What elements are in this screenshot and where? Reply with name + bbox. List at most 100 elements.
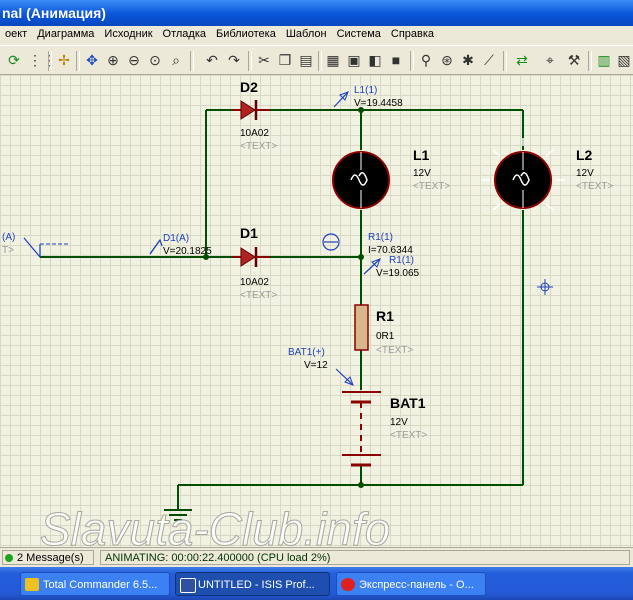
diode-d1[interactable]: D1 10A02 <TEXT> bbox=[232, 225, 277, 301]
pan-icon[interactable]: ✥ bbox=[84, 52, 100, 68]
r1-name: R1 bbox=[376, 308, 394, 324]
l2-name: L2 bbox=[576, 147, 593, 163]
left-probe-label: (A) bbox=[2, 232, 15, 243]
d1-text: <TEXT> bbox=[240, 290, 277, 301]
menu-project[interactable]: оект bbox=[0, 26, 32, 42]
status-ok-icon bbox=[5, 554, 13, 562]
watermark-text: Slavuta-Club.info bbox=[40, 503, 390, 547]
d1-probe-value: V=20.1825 bbox=[163, 246, 212, 257]
paste-icon[interactable]: ▤ bbox=[298, 52, 314, 68]
refresh-icon[interactable]: ⟳ bbox=[6, 52, 22, 68]
toolbar: ⟳ ⋮⋮ ✢ ✥ ⊕ ⊖ ⊙ ⌕ ↶ ↷ ✂ ❐ ▤ ▦ ▣ ◧ ■ ⚲ ⊛ ✱… bbox=[0, 45, 633, 75]
l1-text: <TEXT> bbox=[413, 181, 450, 192]
undo-icon[interactable]: ↶ bbox=[204, 52, 220, 68]
origin-icon[interactable]: ✢ bbox=[56, 52, 72, 68]
bat1-probe-value: V=12 bbox=[304, 360, 328, 371]
left-voltage-probe[interactable]: (A) T> bbox=[2, 232, 70, 259]
r1-text: <TEXT> bbox=[376, 345, 413, 356]
zoom-area-icon[interactable]: ⌕ bbox=[168, 52, 184, 68]
block-move-icon[interactable]: ▣ bbox=[346, 52, 362, 68]
d1-probe-label: D1(A) bbox=[163, 233, 189, 244]
zoom-all-icon[interactable]: ⊙ bbox=[147, 52, 163, 68]
bat1-value: 12V bbox=[390, 417, 408, 428]
lamp-l1[interactable]: L1 12V <TEXT> bbox=[332, 147, 450, 209]
block-copy-icon[interactable]: ▦ bbox=[325, 52, 341, 68]
make-device-icon[interactable]: ⊛ bbox=[439, 52, 455, 68]
zoom-out-icon[interactable]: ⊖ bbox=[126, 52, 142, 68]
copy-icon[interactable]: ❐ bbox=[277, 52, 293, 68]
task-label: Total Commander 6.5... bbox=[43, 579, 158, 591]
bat1-text: <TEXT> bbox=[390, 430, 427, 441]
r1-current-probe[interactable]: R1(1) I=70.6344 bbox=[322, 232, 413, 256]
schematic-canvas[interactable]: D2 10A02 <TEXT> D1 10A02 <TEXT> L1 12V <… bbox=[0, 75, 633, 547]
task-isis[interactable]: UNTITLED - ISIS Prof... bbox=[175, 572, 330, 596]
block-rotate-icon[interactable]: ◧ bbox=[367, 52, 383, 68]
d2-type: 10A02 bbox=[240, 128, 269, 139]
schematic-diagram: D2 10A02 <TEXT> D1 10A02 <TEXT> L1 12V <… bbox=[2, 79, 613, 547]
cut-icon[interactable]: ✂ bbox=[256, 52, 272, 68]
r1-current-label: R1(1) bbox=[368, 232, 393, 243]
property-tool-icon[interactable]: ⚒ bbox=[566, 52, 582, 68]
d1-voltage-probe[interactable]: D1(A) V=20.1825 bbox=[149, 233, 212, 257]
status-bar: 2 Message(s) ANIMATING: 00:00:22.400000 … bbox=[0, 547, 633, 567]
r1-voltage-probe[interactable]: R1(1) V=19.065 bbox=[363, 255, 420, 279]
opera-icon bbox=[341, 578, 355, 591]
window-title: nal (Анимация) bbox=[2, 5, 106, 21]
menu-system[interactable]: Система bbox=[332, 26, 386, 42]
animation-status-text: ANIMATING: 00:00:22.400000 (CPU load 2%) bbox=[105, 552, 331, 564]
block-delete-icon[interactable]: ■ bbox=[388, 52, 404, 68]
crosshair-cursor-icon bbox=[537, 279, 553, 295]
bat1-voltage-probe[interactable]: BAT1(+) V=12 bbox=[288, 347, 354, 386]
l2-value: 12V bbox=[576, 168, 594, 179]
l1-name: L1 bbox=[413, 147, 430, 163]
menu-graph[interactable]: Диаграмма bbox=[32, 26, 99, 42]
task-label: UNTITLED - ISIS Prof... bbox=[198, 579, 315, 591]
l1-value: 12V bbox=[413, 168, 431, 179]
messages-count: 2 Message(s) bbox=[17, 552, 84, 564]
lamp-l2[interactable]: L2 12V <TEXT> bbox=[481, 138, 613, 211]
zoom-in-icon[interactable]: ⊕ bbox=[105, 52, 121, 68]
task-label: Экспресс-панель - О... bbox=[359, 579, 474, 591]
window-title-bar[interactable]: nal (Анимация) bbox=[0, 0, 633, 26]
search-icon[interactable]: ⌖ bbox=[542, 52, 558, 68]
redo-icon[interactable]: ↷ bbox=[226, 52, 242, 68]
d1-type: 10A02 bbox=[240, 277, 269, 288]
d1-name: D1 bbox=[240, 225, 258, 241]
decompose-icon[interactable]: ⟋ bbox=[481, 52, 497, 68]
r1-voltage-label: R1(1) bbox=[389, 255, 414, 266]
bat1-probe-label: BAT1(+) bbox=[288, 347, 325, 358]
menu-debug[interactable]: Отладка bbox=[158, 26, 211, 42]
animation-status: ANIMATING: 00:00:22.400000 (CPU load 2%) bbox=[100, 550, 630, 565]
l1-probe-label: L1(1) bbox=[354, 85, 377, 96]
grid-icon[interactable]: ⋮⋮ bbox=[28, 52, 56, 68]
diode-d2[interactable]: D2 10A02 <TEXT> bbox=[232, 79, 277, 152]
bat1-name: BAT1 bbox=[390, 395, 426, 411]
r1-value: 0R1 bbox=[376, 331, 395, 342]
menu-template[interactable]: Шаблон bbox=[281, 26, 332, 42]
isis-icon bbox=[180, 578, 196, 593]
resistor-r1[interactable]: R1 0R1 <TEXT> bbox=[354, 304, 413, 356]
l2-text: <TEXT> bbox=[576, 181, 613, 192]
d2-name: D2 bbox=[240, 79, 258, 95]
r1-voltage-value: V=19.065 bbox=[376, 268, 420, 279]
total-commander-icon bbox=[25, 578, 39, 591]
battery-bat1[interactable]: BAT1 12V <TEXT> bbox=[342, 391, 427, 467]
bom-icon[interactable]: ▧ bbox=[616, 52, 632, 68]
l1-voltage-probe[interactable]: L1(1) V=19.4458 bbox=[333, 85, 403, 109]
left-probe-sub: T> bbox=[2, 245, 14, 256]
task-opera[interactable]: Экспресс-панель - О... bbox=[336, 572, 486, 596]
menu-bar: оект Диаграмма Исходник Отладка Библиотека Ша… bbox=[0, 26, 633, 44]
menu-library[interactable]: Библиотека bbox=[211, 26, 281, 42]
l1-probe-value: V=19.4458 bbox=[354, 98, 403, 109]
task-total-commander[interactable]: Total Commander 6.5... bbox=[20, 572, 170, 596]
taskbar: Total Commander 6.5... UNTITLED - ISIS P… bbox=[0, 567, 633, 600]
wire-autorouter-icon[interactable]: ⇄ bbox=[514, 52, 530, 68]
pick-icon[interactable]: ⚲ bbox=[418, 52, 434, 68]
menu-help[interactable]: Справка bbox=[386, 26, 439, 42]
messages-indicator[interactable]: 2 Message(s) bbox=[2, 550, 94, 565]
package-icon[interactable]: ✱ bbox=[460, 52, 476, 68]
d2-text: <TEXT> bbox=[240, 141, 277, 152]
menu-source[interactable]: Исходник bbox=[99, 26, 157, 42]
netlist-icon[interactable]: ▥ bbox=[596, 52, 612, 68]
wires bbox=[40, 109, 524, 510]
